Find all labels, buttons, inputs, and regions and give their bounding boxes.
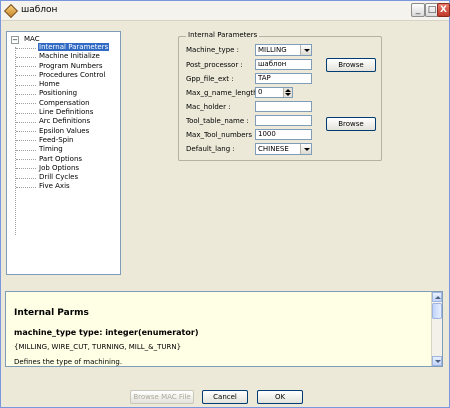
tree-item-part-options[interactable]: Part Options <box>16 155 120 164</box>
machine-type-select[interactable]: MILLING <box>255 44 312 56</box>
chevron-down-icon[interactable] <box>300 144 311 154</box>
scroll-down-icon[interactable] <box>432 356 442 366</box>
window-title: шаблон <box>21 5 58 15</box>
title-bar: шаблон _ □ X <box>1 1 450 21</box>
chevron-down-icon[interactable] <box>300 45 311 55</box>
spin-up-icon[interactable] <box>285 89 291 92</box>
browse-tool-table-button[interactable]: Browse <box>326 117 376 131</box>
scroll-thumb[interactable] <box>432 303 442 319</box>
tree-item-five-axis[interactable]: Five Axis <box>16 182 120 191</box>
tree-item-internal-parameters[interactable]: Internal Parameters <box>16 43 120 52</box>
tree-item-job-options[interactable]: Job Options <box>16 164 120 173</box>
machine-type-label: Machine_type : <box>186 46 240 54</box>
help-enum-line: {MILLING, WIRE_CUT, TURNING, MILL_&_TURN… <box>14 343 182 351</box>
tree-item-machine-initialize[interactable]: Machine Initialize <box>16 52 120 61</box>
default-lang-select[interactable]: CHINESE <box>255 143 312 155</box>
max-g-name-length-label: Max_g_name_length : <box>186 89 263 97</box>
post-processor-input[interactable]: шаблон <box>255 59 312 70</box>
tree-item-feed-spin[interactable]: Feed-Spin <box>16 136 120 145</box>
post-processor-label: Post_processor : <box>186 61 243 69</box>
tree-items: Internal Parameters Machine Initialize P… <box>16 43 120 192</box>
tree-item-epsilon-values[interactable]: Epsilon Values <box>16 127 120 136</box>
spinner-buttons[interactable] <box>283 88 292 97</box>
default-lang-value: CHINESE <box>258 145 289 153</box>
max-g-name-length-spinner[interactable]: 0 <box>255 87 293 98</box>
max-tool-numbers-input[interactable]: 1000 <box>255 129 312 140</box>
max-tool-numbers-label: Max_Tool_numbers : <box>186 131 257 139</box>
tree-item-arc-definitions[interactable]: Arc Definitions <box>16 117 120 126</box>
tree-item-procedures-control[interactable]: Procedures Control <box>16 71 120 80</box>
tree-panel: − MAC Internal Parameters Machine Initia… <box>6 31 121 275</box>
help-scrollbar[interactable] <box>431 292 442 366</box>
tree-item-home[interactable]: Home <box>16 80 120 89</box>
ok-button[interactable]: OK <box>257 390 303 404</box>
scroll-up-icon[interactable] <box>432 292 442 302</box>
help-heading: Internal Parms <box>14 308 89 318</box>
help-type-line: machine_type type: integer(enumerator) <box>14 328 199 337</box>
tool-table-name-label: Tool_table_name : <box>186 117 249 125</box>
machine-type-value: MILLING <box>258 46 287 54</box>
tree-root-label[interactable]: MAC <box>24 35 40 43</box>
default-lang-label: Default_lang : <box>186 145 235 153</box>
close-button[interactable]: X <box>437 3 450 17</box>
gpp-file-ext-input[interactable]: TAP <box>255 73 312 84</box>
tree-item-program-numbers[interactable]: Program Numbers <box>16 62 120 71</box>
tree-item-timing[interactable]: Timing <box>16 145 120 154</box>
browse-mac-file-button[interactable]: Browse MAC File <box>130 390 194 404</box>
tree-item-line-definitions[interactable]: Line Definitions <box>16 108 120 117</box>
tree-item-drill-cycles[interactable]: Drill Cycles <box>16 173 120 182</box>
spin-down-icon[interactable] <box>285 93 291 96</box>
app-icon <box>3 3 19 19</box>
gpp-file-ext-label: Gpp_file_ext : <box>186 75 234 83</box>
help-panel: Internal Parms machine_type type: intege… <box>5 291 443 367</box>
tree-item-compensation[interactable]: Compensation <box>16 99 120 108</box>
tool-table-name-input[interactable] <box>255 115 312 126</box>
mac-holder-input[interactable] <box>255 101 312 112</box>
minimize-button[interactable]: _ <box>411 3 425 17</box>
max-g-name-length-value: 0 <box>258 88 263 96</box>
mac-holder-label: Mac_holder : <box>186 103 231 111</box>
tree-item-positioning[interactable]: Positioning <box>16 89 120 98</box>
window: шаблон _ □ X − MAC Internal Parameters M… <box>0 0 450 408</box>
help-description: Defines the type of machining. <box>14 358 123 366</box>
browse-post-processor-button[interactable]: Browse <box>326 58 376 72</box>
cancel-button[interactable]: Cancel <box>202 390 248 404</box>
group-title: Internal Parameters <box>186 31 260 39</box>
